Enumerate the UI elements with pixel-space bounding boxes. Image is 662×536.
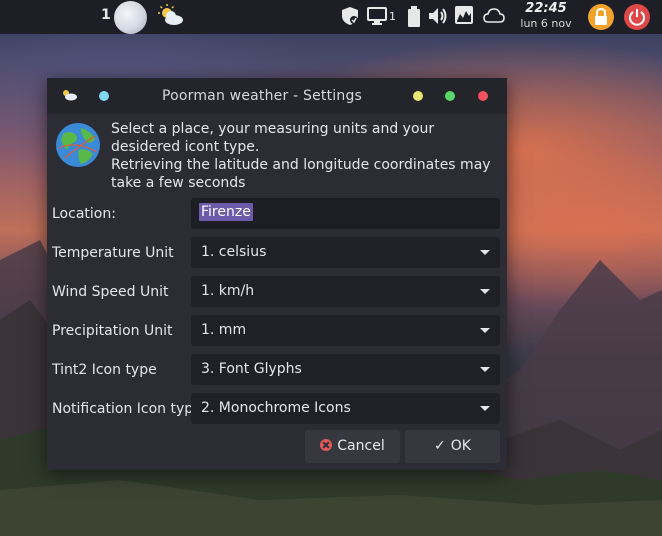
minimize-button[interactable]: [413, 91, 423, 101]
precipitation-unit-value: 1. mm: [201, 322, 247, 338]
precipitation-unit-select[interactable]: 1. mm: [191, 315, 500, 346]
dropdown-arrow-icon: [480, 250, 490, 255]
close-button[interactable]: [478, 91, 488, 101]
moon-icon[interactable]: [114, 1, 147, 34]
location-input[interactable]: Firenze: [191, 198, 500, 229]
dropdown-arrow-icon: [480, 328, 490, 333]
system-monitor-icon[interactable]: [455, 6, 473, 24]
location-label: Location:: [52, 206, 116, 222]
temperature-unit-value: 1. celsius: [201, 244, 267, 260]
notification-icon-type-select[interactable]: 2. Monochrome Icons: [191, 393, 500, 424]
temperature-unit-label: Temperature Unit: [52, 245, 174, 261]
tint2-icon-type-value: 3. Font Glyphs: [201, 361, 302, 377]
precipitation-unit-label: Precipitation Unit: [52, 323, 173, 339]
tint2-icon-type-label: Tint2 Icon type: [52, 362, 157, 378]
ok-label: OK: [450, 438, 471, 454]
dialog-titlebar[interactable]: Poorman weather - Settings: [47, 78, 507, 114]
notification-icon-type-label: Notification Icon type: [52, 401, 202, 417]
checkmark-icon: ✓: [434, 438, 446, 454]
desktop-number[interactable]: 1: [101, 7, 111, 23]
intro-line-2: Retrieving the latitude and longitude co…: [111, 157, 491, 191]
monitor-count: 1: [389, 10, 396, 23]
temperature-unit-select[interactable]: 1. celsius: [191, 237, 500, 268]
intro-line-1: Select a place, your measuring units and…: [111, 121, 435, 155]
notification-icon-type-value: 2. Monochrome Icons: [201, 400, 351, 416]
battery-icon[interactable]: [408, 6, 420, 28]
cancel-icon: [320, 439, 333, 451]
power-button[interactable]: [624, 4, 650, 30]
power-icon: [629, 9, 645, 26]
dropdown-arrow-icon: [480, 367, 490, 372]
lock-icon: [595, 7, 607, 25]
dropdown-arrow-icon: [480, 406, 490, 411]
intro-text: Select a place, your measuring units and…: [111, 120, 501, 192]
ok-button[interactable]: ✓ OK: [405, 430, 500, 463]
wind-speed-unit-value: 1. km/h: [201, 283, 255, 299]
tint2-icon-type-select[interactable]: 3. Font Glyphs: [191, 354, 500, 385]
monitor-icon[interactable]: [367, 6, 387, 26]
top-panel: 1 1 22:45 lun 6 nov: [0, 0, 662, 34]
location-value: Firenze: [199, 203, 253, 221]
globe-icon: [56, 123, 100, 167]
cloud-icon[interactable]: [483, 6, 505, 26]
clock-time[interactable]: 22:45: [518, 1, 574, 16]
clock-date[interactable]: lun 6 nov: [514, 17, 578, 30]
cancel-label: Cancel: [337, 438, 385, 454]
wind-speed-unit-select[interactable]: 1. km/h: [191, 276, 500, 307]
cancel-button[interactable]: Cancel: [305, 430, 400, 463]
lock-screen-button[interactable]: [588, 4, 614, 30]
settings-dialog: Poorman weather - Settings Select a plac…: [47, 78, 507, 470]
shield-update-icon[interactable]: [341, 6, 359, 26]
weather-partly-cloudy-icon[interactable]: [157, 4, 185, 26]
maximize-button[interactable]: [445, 91, 455, 101]
volume-icon[interactable]: [428, 6, 448, 26]
wind-speed-unit-label: Wind Speed Unit: [52, 284, 169, 300]
dropdown-arrow-icon: [480, 289, 490, 294]
